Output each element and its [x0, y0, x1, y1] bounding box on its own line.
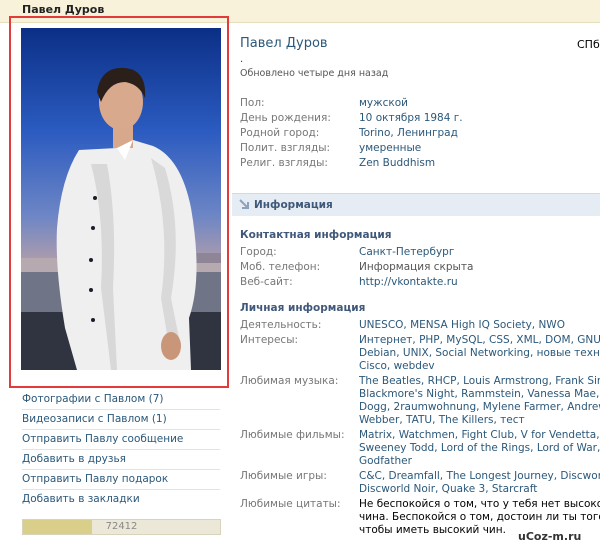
music-value[interactable]: Webber, TATU, The Killers, тест [359, 414, 525, 426]
info-label: Моб. телефон: [240, 261, 321, 273]
quotes-value: Не беспокойся о том, что у тебя нет высо… [359, 498, 600, 510]
sidebar-link-send-message[interactable]: Отправить Павлу сообщение [22, 430, 220, 450]
rating-bar: 72412 [22, 519, 221, 535]
movies-value[interactable]: Sweeney Todd, Lord of the Rings, Lord of… [359, 442, 600, 454]
section-title: Информация [254, 199, 333, 211]
contact-row-website: Веб-сайт: http://vkontakte.ru [240, 276, 600, 291]
watermark-text: uCoz-m.ru [518, 530, 582, 543]
profile-photo-highlight [9, 16, 229, 388]
info-value[interactable]: UNESCO, MENSA High IQ Society, NWO [359, 319, 565, 331]
profile-photo[interactable] [21, 28, 221, 370]
sidebar-link-photos[interactable]: Фотографии с Павлом (7) [22, 390, 220, 410]
interests-label: Интересы: [240, 334, 299, 346]
music-value[interactable]: Blackmore's Night, Rammstein, Vanessa Ma… [359, 388, 600, 400]
info-value[interactable]: Torino, Ленинград [359, 127, 458, 139]
info-value: Информация скрыта [359, 261, 474, 273]
music-line: The Beatles, RHCP, Louis Armstrong, Fran… [359, 375, 600, 389]
movies-line: Godfather [359, 455, 600, 469]
interests-line: Интернет, PHP, MySQL, CSS, XML, DOM, GNU… [359, 334, 600, 348]
info-label: Веб-сайт: [240, 276, 293, 288]
section-information[interactable]: Информация [232, 193, 600, 216]
info-value[interactable]: 10 октября 1984 г. [359, 112, 463, 124]
quotes-line: чина. Беспокойся о том, достоин ли ты то… [359, 511, 600, 525]
movies-line: Sweeney Todd, Lord of the Rings, Lord of… [359, 442, 600, 456]
info-value[interactable]: умеренные [359, 142, 421, 154]
sidebar-link-videos[interactable]: Видеозаписи с Павлом (1) [22, 410, 220, 430]
info-label: Деятельность: [240, 319, 322, 331]
header-title: Павел Дуров [22, 3, 105, 16]
info-label: Полит. взгляды: [240, 142, 331, 154]
movies-value[interactable]: Matrix, Watchmen, Fight Club, V for Vend… [359, 429, 600, 441]
profile-name: Павел Дуров [240, 36, 328, 51]
info-label: Религ. взгляды: [240, 157, 328, 169]
info-label: День рождения: [240, 112, 331, 124]
music-value[interactable]: Dogg, 2raumwohnung, Mylene Farmer, Andre… [359, 401, 600, 413]
music-label: Любимая музыка: [240, 375, 339, 387]
website-link[interactable]: http://vkontakte.ru [359, 276, 458, 288]
movies-label: Любимые фильмы: [240, 429, 345, 441]
contact-row-city: Город: Санкт-Петербург [240, 246, 600, 261]
interests-value[interactable]: Debian, UNIX, Social Networking, новые т… [359, 347, 600, 359]
sidebar-link-bookmark[interactable]: Добавить в закладки [22, 490, 220, 509]
games-line: C&C, Dreamfall, The Longest Journey, Dis… [359, 470, 600, 484]
games-line: Discworld Noir, Quake 3, Starcraft [359, 483, 600, 497]
movies-line: Matrix, Watchmen, Fight Club, V for Vend… [359, 429, 600, 443]
info-value[interactable]: Санкт-Петербург [359, 246, 454, 258]
games-value[interactable]: C&C, Dreamfall, The Longest Journey, Dis… [359, 470, 600, 482]
sidebar-link-add-friend[interactable]: Добавить в друзья [22, 450, 220, 470]
music-line: Dogg, 2raumwohnung, Mylene Farmer, Andre… [359, 401, 600, 415]
info-label: Город: [240, 246, 277, 258]
music-line: Blackmore's Night, Rammstein, Vanessa Ma… [359, 388, 600, 402]
info-row-gender: Пол: мужской [240, 97, 600, 112]
updated-time: Обновлено четыре дня назад [240, 68, 389, 79]
info-row-politics: Полит. взгляды: умеренные [240, 142, 600, 157]
arrow-down-icon [238, 198, 250, 213]
interests-line: Cisco, webdev [359, 360, 600, 374]
city-short: СПб [577, 38, 600, 51]
music-value[interactable]: The Beatles, RHCP, Louis Armstrong, Fran… [359, 375, 600, 387]
games-label: Любимые игры: [240, 470, 327, 482]
movies-value[interactable]: Godfather [359, 455, 412, 467]
contact-heading: Контактная информация [240, 229, 392, 241]
status-text: . [240, 54, 244, 65]
contact-row-phone: Моб. телефон: Информация скрыта [240, 261, 600, 276]
personal-row-activity: Деятельность: UNESCO, MENSA High IQ Soci… [240, 319, 600, 334]
info-row-hometown: Родной город: Torino, Ленинград [240, 127, 600, 142]
games-value[interactable]: Discworld Noir, Quake 3, Starcraft [359, 483, 537, 495]
interests-value[interactable]: Cisco, webdev [359, 360, 435, 372]
info-value[interactable]: мужской [359, 97, 408, 109]
interests-value[interactable]: Интернет, PHP, MySQL, CSS, XML, DOM, GNU… [359, 334, 600, 346]
person-illustration [21, 67, 221, 370]
info-label: Пол: [240, 97, 265, 109]
quotes-value: чина. Беспокойся о том, достоин ли ты то… [359, 511, 600, 523]
music-line: Webber, TATU, The Killers, тест [359, 414, 600, 428]
info-value[interactable]: Zen Buddhism [359, 157, 435, 169]
quotes-value: чтобы иметь высокий чин. [359, 524, 506, 536]
rating-value: 72412 [105, 521, 138, 532]
personal-heading: Личная информация [240, 302, 366, 314]
interests-line: Debian, UNIX, Social Networking, новые т… [359, 347, 600, 361]
info-row-religion: Религ. взгляды: Zen Buddhism [240, 157, 600, 172]
info-label: Родной город: [240, 127, 320, 139]
info-row-birthday: День рождения: 10 октября 1984 г. [240, 112, 600, 127]
quotes-line: Не беспокойся о том, что у тебя нет высо… [359, 498, 600, 512]
quotes-label: Любимые цитаты: [240, 498, 341, 510]
sidebar-link-send-gift[interactable]: Отправить Павлу подарок [22, 470, 220, 490]
